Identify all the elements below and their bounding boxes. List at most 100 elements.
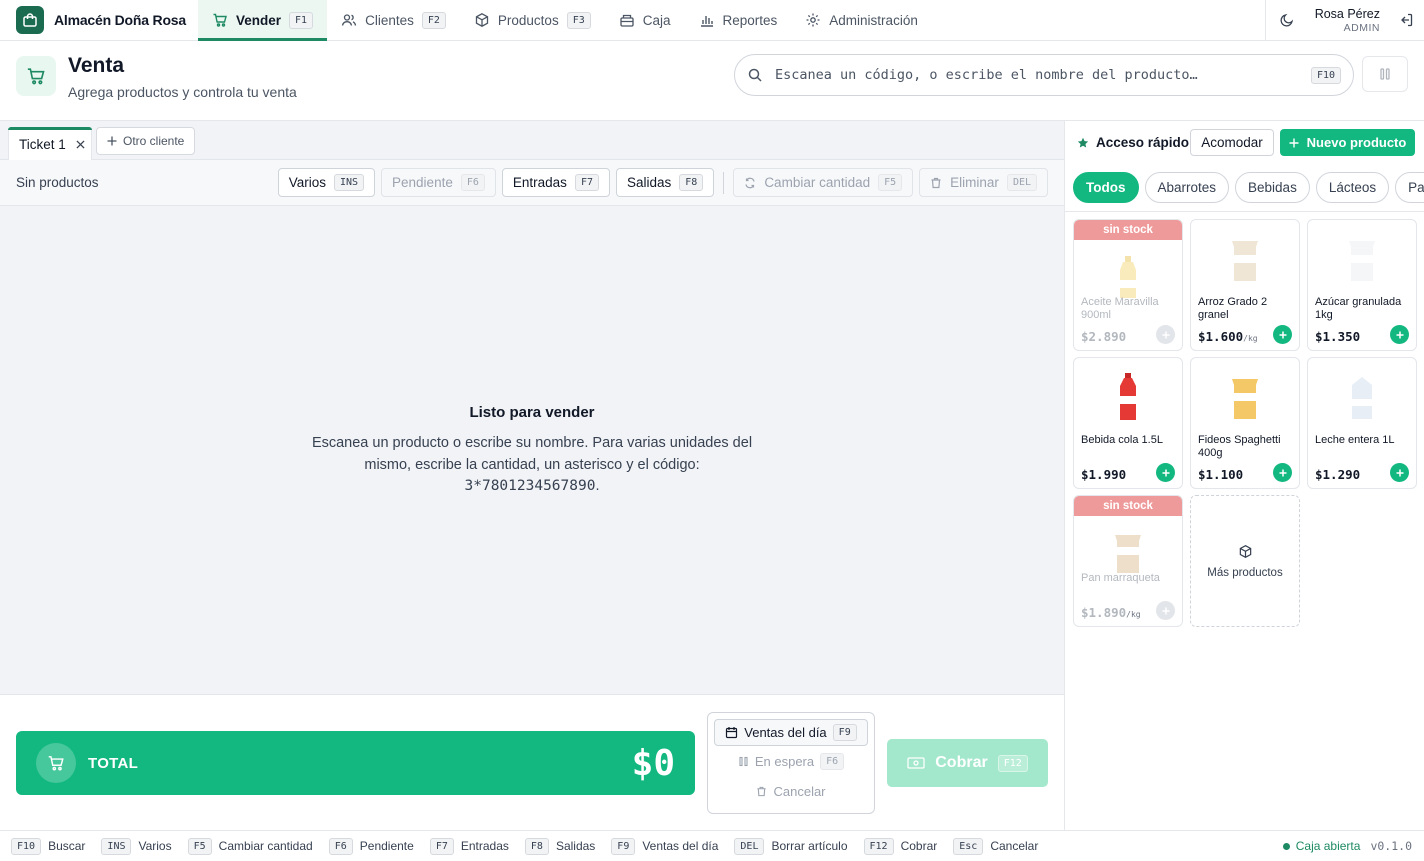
eliminar-button[interactable]: Eliminar DEL <box>919 168 1048 197</box>
shortcut-key: Esc <box>953 837 984 855</box>
product-search[interactable]: F10 <box>734 54 1354 96</box>
nav-caja[interactable]: Caja <box>605 0 685 40</box>
add-to-cart-button[interactable] <box>1273 325 1292 344</box>
theme-toggle-button[interactable] <box>1264 0 1309 40</box>
nav-clientes[interactable]: Clientes F2 <box>327 0 460 40</box>
product-card[interactable]: sin stock Aceite Maravilla 900ml $2.890 <box>1073 219 1183 351</box>
shortcut-key: F10 <box>11 837 42 855</box>
product-price: $1.100 <box>1198 467 1243 482</box>
total-amount: $0 <box>631 742 675 784</box>
button-label: Salidas <box>626 175 672 190</box>
plus-icon <box>1289 138 1299 148</box>
milk-carton-icon <box>1308 368 1416 426</box>
user-role: ADMIN <box>1343 21 1380 34</box>
shortcut-key: F2 <box>421 11 446 29</box>
bag-icon <box>16 6 44 34</box>
add-to-cart-button[interactable] <box>1390 463 1409 482</box>
button-label: Cancelar <box>773 784 826 800</box>
nav-label: Caja <box>642 12 671 28</box>
rice-bag-icon <box>1191 230 1299 288</box>
shortcut-buscar: F10 Buscar <box>11 837 86 855</box>
logout-button[interactable] <box>1388 0 1424 40</box>
total-label: TOTAL <box>88 754 139 772</box>
cash-icon <box>907 756 925 770</box>
shortcut-label: Buscar <box>48 839 86 853</box>
nav-reportes[interactable]: Reportes <box>685 0 792 40</box>
acomodar-button[interactable]: Acomodar <box>1190 129 1274 156</box>
plus-icon <box>107 136 117 146</box>
shortcut-salidas: F8 Salidas <box>524 837 595 855</box>
cambiar-cantidad-button[interactable]: Cambiar cantidad F5 <box>733 168 914 197</box>
close-icon[interactable] <box>76 139 85 149</box>
button-label: Varios <box>288 175 326 190</box>
product-card[interactable]: Azúcar granulada 1kg $1.350 <box>1307 219 1417 351</box>
product-name: Fideos Spaghetti 400g <box>1198 434 1281 459</box>
category-lacteos[interactable]: Lácteos <box>1315 172 1390 203</box>
more-products-button[interactable]: Más productos <box>1190 495 1300 627</box>
nav-administracion[interactable]: Administración <box>791 0 932 40</box>
category-filter: Todos Abarrotes Bebidas Lácteos Pan <box>1065 164 1424 212</box>
varios-button[interactable]: Varios INS <box>277 168 376 197</box>
shortcut-varios: INS Varios <box>101 837 172 855</box>
product-card[interactable]: Fideos Spaghetti 400g $1.100 <box>1190 357 1300 489</box>
category-todos[interactable]: Todos <box>1073 172 1139 203</box>
button-label: Entradas <box>512 175 567 190</box>
new-ticket-button[interactable]: Otro cliente <box>96 127 196 155</box>
add-to-cart-button[interactable] <box>1156 463 1175 482</box>
nav-label: Reportes <box>722 12 778 28</box>
shortcut-key: INS <box>333 174 365 191</box>
button-label: Nuevo producto <box>1306 135 1407 150</box>
trash-icon <box>756 786 767 797</box>
new-product-button[interactable]: Nuevo producto <box>1280 129 1415 156</box>
pause-icon <box>738 756 749 767</box>
product-name: Arroz Grado 2 granel <box>1198 296 1268 321</box>
search-input[interactable] <box>775 67 1311 83</box>
pendiente-button[interactable]: Pendiente F6 <box>381 168 496 197</box>
category-pan[interactable]: Pan <box>1395 172 1424 203</box>
add-to-cart-button[interactable] <box>1273 463 1292 482</box>
ventas-del-dia-button[interactable]: Ventas del día F9 <box>714 719 868 747</box>
shortcut-label: Cambiar cantidad <box>218 839 313 853</box>
en-espera-button[interactable]: En espera F6 <box>738 746 845 776</box>
cancelar-button[interactable]: Cancelar <box>756 777 826 807</box>
product-name: Aceite Maravilla 900ml <box>1081 296 1159 321</box>
bread-bag-icon <box>1074 504 1182 582</box>
add-to-cart-button[interactable] <box>1390 325 1409 344</box>
empty-text: Escanea un producto o escribe su nombre.… <box>307 433 757 498</box>
add-to-cart-button[interactable] <box>1156 601 1175 620</box>
price-value: $1.350 <box>1315 329 1361 344</box>
add-to-cart-button[interactable] <box>1156 325 1175 344</box>
product-name: Azúcar granulada 1kg <box>1315 296 1402 321</box>
nav-vender[interactable]: Vender F1 <box>198 0 328 41</box>
shortcut-key: F6 <box>460 174 485 191</box>
price-value: $2.890 <box>1081 329 1127 344</box>
nav-productos[interactable]: Productos F3 <box>460 0 605 40</box>
salidas-button[interactable]: Salidas F8 <box>615 168 715 197</box>
cobrar-button[interactable]: Cobrar F12 <box>887 739 1048 787</box>
shortcut-key: F9 <box>832 724 857 742</box>
panel-toggle-button[interactable] <box>1362 56 1408 92</box>
app-version: v0.1.0 <box>1370 839 1412 853</box>
shortcut-label: Cobrar <box>900 839 938 853</box>
sugar-bag-icon <box>1308 230 1416 288</box>
register-status: Caja abierta <box>1295 839 1361 853</box>
product-card[interactable]: Arroz Grado 2 granel $1.600/kg <box>1190 219 1300 351</box>
search-icon <box>747 67 763 83</box>
tab-ticket-1[interactable]: Ticket 1 <box>8 127 92 160</box>
example-code: 3*7801234567890 <box>464 478 596 495</box>
price-value: $1.100 <box>1198 467 1244 482</box>
product-price: $1.600/kg <box>1198 329 1258 344</box>
shortcut-ventas-del-dia: F9 Ventas del día <box>611 837 718 855</box>
shortcut-key: F6 <box>820 753 845 771</box>
category-bebidas[interactable]: Bebidas <box>1235 172 1310 203</box>
product-card[interactable]: sin stock Pan marraqueta $1.890/kg <box>1073 495 1183 627</box>
shortcut-entradas: F7 Entradas <box>429 837 509 855</box>
product-card[interactable]: Bebida cola 1.5L $1.990 <box>1073 357 1183 489</box>
product-card[interactable]: Leche entera 1L $1.290 <box>1307 357 1417 489</box>
product-price: $2.890 <box>1081 329 1126 344</box>
entradas-button[interactable]: Entradas F7 <box>501 168 610 197</box>
users-icon <box>341 12 357 28</box>
button-label: Eliminar <box>950 175 999 190</box>
price-value: $1.990 <box>1081 467 1127 482</box>
category-abarrotes[interactable]: Abarrotes <box>1144 172 1230 203</box>
